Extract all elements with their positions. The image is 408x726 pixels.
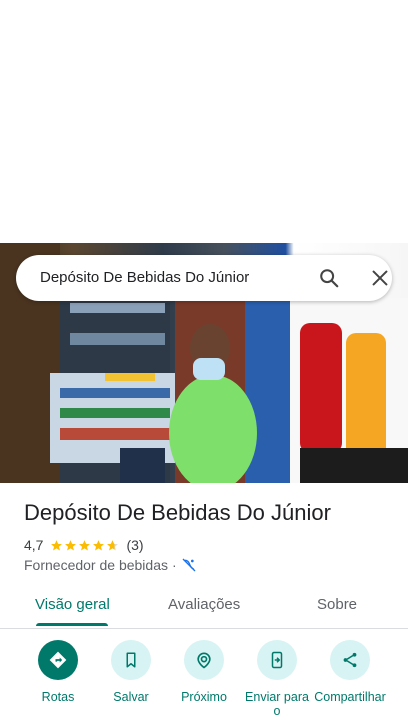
close-icon[interactable] [369,267,391,289]
nearby-button[interactable]: Próximo [167,640,241,704]
directions-label: Rotas [41,690,75,704]
review-count[interactable]: (3) [126,537,143,553]
search-icon[interactable] [318,267,340,289]
star-icon [93,539,105,550]
tab-reviews[interactable]: Avaliações [168,596,240,613]
send-to-phone-icon [257,640,297,680]
bookmark-icon [111,640,151,680]
nearby-label: Próximo [181,690,227,704]
rating-row[interactable]: 4,7 (3) [24,536,144,554]
category-row: Fornecedor de bebidas · [24,556,197,574]
place-title: Depósito De Bebidas Do Júnior [24,500,331,525]
share-button[interactable]: Compartilhar [313,640,387,704]
search-input[interactable]: Depósito De Bebidas Do Júnior [40,269,249,286]
send-to-phone-label: Enviar para o [245,690,309,718]
search-box[interactable]: Depósito De Bebidas Do Júnior [16,255,392,301]
rating-value: 4,7 [24,537,44,553]
save-label: Salvar [113,690,149,704]
nearby-icon [184,640,224,680]
send-to-phone-button[interactable]: Enviar para o [240,640,314,718]
share-icon [330,640,370,680]
directions-button[interactable]: Rotas [21,640,95,704]
tab-about[interactable]: Sobre [317,596,357,613]
half-star-icon [107,539,119,550]
star-icon [65,539,77,550]
category-label: Fornecedor de bebidas [24,557,168,573]
separator: · [172,557,177,573]
tab-bar: Visão geral Avaliações Sobre [0,584,408,629]
directions-icon [38,640,78,680]
no-delivery-icon [181,557,197,573]
star-icon [79,539,91,550]
tab-overview[interactable]: Visão geral [35,596,110,613]
save-button[interactable]: Salvar [94,640,168,704]
rating-stars [50,539,120,552]
star-icon [51,539,63,550]
active-tab-indicator [36,623,108,626]
share-label: Compartilhar [314,690,386,704]
